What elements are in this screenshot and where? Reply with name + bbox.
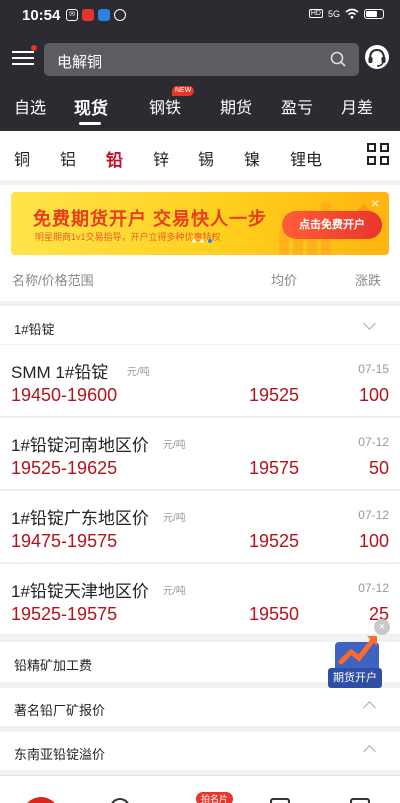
subnav-item-lithium[interactable]: 锂电 — [290, 146, 322, 170]
row-price-range: 19525-19625 — [11, 458, 118, 478]
app-header: 10:54 ✉ HD 5G 电解铜 自选 现货 钢铁 NEW 期货 盈亏 月差 — [0, 0, 400, 131]
row-price-range: 19525-19575 — [11, 604, 118, 624]
tab-profit-loss[interactable]: 盈亏 — [281, 94, 313, 118]
section-sea-premium[interactable]: 东南亚铅锭溢价 — [0, 732, 400, 770]
notification-icon — [98, 9, 110, 21]
chevron-down-icon[interactable] — [363, 317, 376, 330]
new-badge: NEW — [172, 86, 195, 96]
table-row[interactable]: 1#铅锭广东地区价 元/吨 07-12 19475-19575 19525 10… — [0, 491, 400, 563]
status-app-icons: ✉ — [66, 9, 126, 21]
section-title: 铅精矿加工费 — [14, 658, 93, 673]
subnav-item-tin[interactable]: 锡 — [198, 146, 214, 170]
row-change: 50 — [368, 458, 389, 478]
subnav-item-nickel[interactable]: 镍 — [244, 146, 260, 170]
close-icon[interactable]: × — [371, 196, 383, 210]
status-time: 10:54 — [22, 7, 61, 24]
section-title: 著名铅厂矿报价 — [14, 703, 106, 718]
row-avg-price: 19550 — [249, 604, 300, 624]
section-title: 东南亚铅锭溢价 — [14, 747, 106, 762]
search-icon[interactable] — [330, 51, 346, 67]
row-avg-price: 19575 — [249, 458, 300, 478]
futures-account-button[interactable]: 期货开户 — [328, 668, 382, 688]
status-indicators: HD 5G — [308, 8, 384, 19]
category-grid-icon[interactable] — [367, 143, 389, 165]
data-tab-icon[interactable] — [270, 798, 290, 803]
section-title: 1#铅锭 — [14, 322, 55, 337]
promo-banner[interactable]: 免费期货开户 交易快人一步 明星期商1v1交易指导，开户立得多种优惠特权 点击免… — [11, 192, 389, 255]
bottom-tab-bar: 拍名片 — [0, 775, 400, 803]
column-change-label: 涨跌 — [355, 273, 382, 288]
row-unit: 元/吨 — [127, 367, 150, 378]
menu-button[interactable] — [12, 45, 37, 69]
banner-cta-button[interactable]: 点击免费开户 — [282, 211, 382, 239]
subnav-item-lead[interactable]: 铅 — [106, 146, 123, 171]
subnav-fade — [340, 135, 360, 175]
row-avg-price: 19525 — [249, 531, 300, 551]
subnav-item-copper[interactable]: 铜 — [14, 146, 30, 170]
row-avg-price: 19525 — [249, 385, 300, 405]
row-unit: 元/吨 — [163, 513, 186, 524]
notification-icon — [82, 9, 94, 21]
profile-tab-icon[interactable] — [350, 798, 370, 803]
search-input[interactable]: 电解铜 — [57, 51, 102, 72]
row-date: 07-15 — [358, 362, 389, 376]
active-tab-indicator — [79, 122, 101, 125]
section-lead-ingot[interactable]: 1#铅锭 — [0, 306, 400, 344]
card-badge[interactable]: 拍名片 — [196, 792, 234, 803]
main-nav: 自选 现货 钢铁 NEW 期货 盈亏 月差 — [0, 86, 400, 128]
row-unit: 元/吨 — [163, 586, 186, 597]
row-change: 100 — [358, 531, 389, 551]
menu-notification-dot — [31, 45, 37, 51]
row-name: 1#铅锭河南地区价 — [11, 436, 149, 455]
row-price-range: 19475-19575 — [11, 531, 118, 551]
row-price-range: 19450-19600 — [11, 385, 118, 405]
tab-favorites[interactable]: 自选 — [14, 94, 46, 118]
tab-spot[interactable]: 现货 — [74, 94, 108, 119]
table-row[interactable]: 1#铅锭河南地区价 元/吨 07-12 19525-19625 19575 50 — [0, 418, 400, 490]
section-smelter-quotes[interactable]: 著名铅厂矿报价 — [0, 688, 400, 726]
tab-futures[interactable]: 期货 — [220, 94, 252, 118]
tab-month-spread[interactable]: 月差 — [341, 94, 373, 118]
search-bar[interactable]: 电解铜 — [44, 43, 359, 76]
column-avg-label: 均价 — [271, 273, 298, 288]
subnav-item-aluminum[interactable]: 铝 — [60, 146, 76, 170]
row-date: 07-12 — [358, 581, 389, 595]
chevron-up-icon[interactable] — [363, 701, 376, 714]
battery-icon — [364, 8, 384, 19]
table-row[interactable]: SMM 1#铅锭 元/吨 07-15 19450-19600 19525 100 — [0, 345, 400, 417]
notification-icon: ✉ — [66, 9, 78, 21]
wifi-icon — [345, 8, 359, 19]
close-icon[interactable]: × — [374, 619, 390, 635]
banner-title: 免费期货开户 交易快人一步 — [33, 209, 267, 229]
hd-icon: HD — [308, 9, 323, 18]
row-date: 07-12 — [358, 508, 389, 522]
row-name: 1#铅锭广东地区价 — [11, 509, 149, 528]
row-date: 07-12 — [358, 435, 389, 449]
row-change: 100 — [358, 385, 389, 405]
community-tab-icon[interactable] — [110, 798, 130, 803]
customer-service-icon[interactable] — [364, 44, 390, 70]
column-name-label: 名称/价格范围 — [12, 273, 94, 288]
row-name: 1#铅锭天津地区价 — [11, 582, 149, 601]
carousel-dots — [192, 239, 212, 243]
chevron-up-icon[interactable] — [363, 745, 376, 758]
row-unit: 元/吨 — [163, 440, 186, 451]
row-name: SMM 1#铅锭 — [11, 363, 109, 382]
status-bar: 10:54 ✉ HD 5G — [0, 0, 400, 32]
signal-icon: 5G — [327, 8, 340, 19]
notification-icon — [114, 9, 126, 21]
subnav-item-zinc[interactable]: 锌 — [153, 146, 169, 170]
home-tab-icon[interactable] — [22, 797, 60, 803]
tab-steel[interactable]: 钢铁 — [149, 94, 181, 118]
